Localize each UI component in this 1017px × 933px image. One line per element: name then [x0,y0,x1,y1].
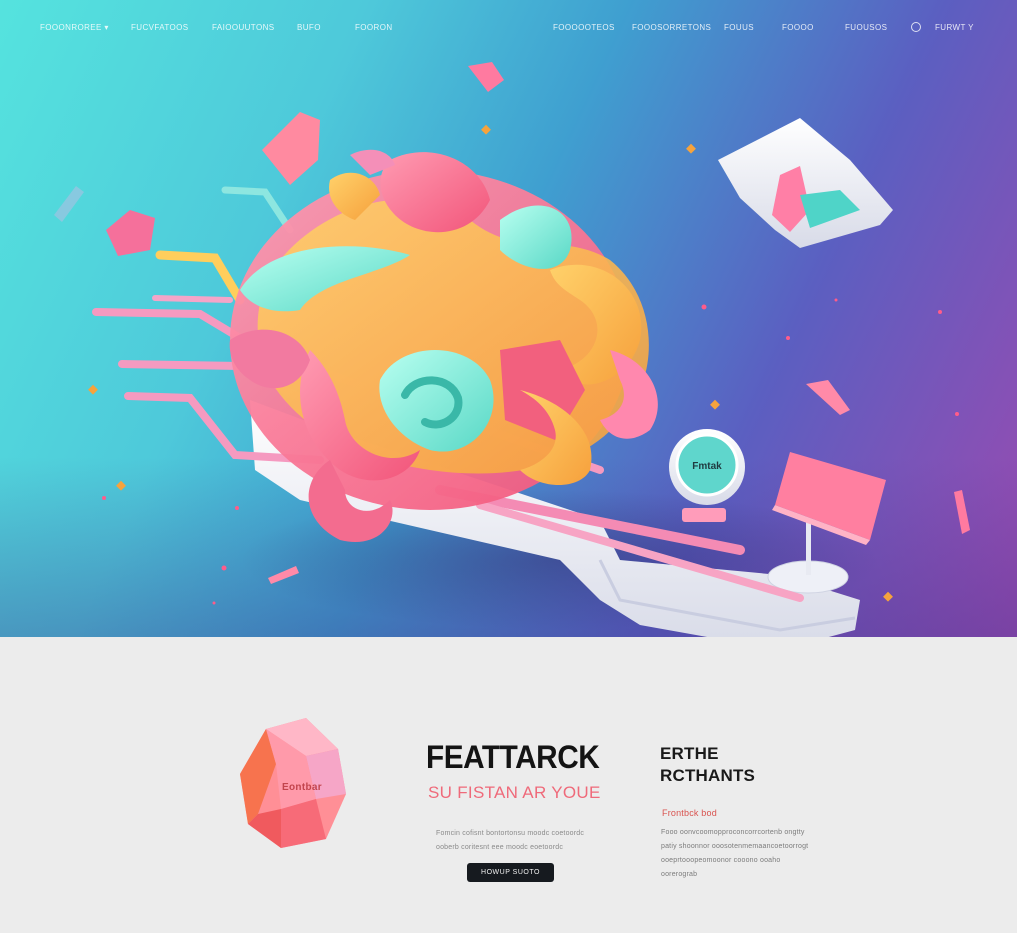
nav-item-10[interactable]: FUOUSOS [845,22,887,34]
nav-item-1[interactable]: FOOONROREE ▾ [40,22,109,34]
crystal-white [718,118,893,248]
hero-banner: FOOONROREE ▾ FUCVFATOOS FAIOOUUTONS BUFO… [0,0,1017,637]
rail-7 [221,186,294,234]
nav-item-5[interactable]: FOORON [355,22,393,34]
shard-blue [54,186,84,222]
side-description: Fooo oonvcoomopproconcorrcortenb ongtty … [661,829,809,878]
top-nav: FOOONROREE ▾ FUCVFATOOS FAIOOUUTONS BUFO… [0,22,1017,36]
cta-button[interactable]: HOWUP SUOTO [467,863,554,882]
nav-item-9[interactable]: FOOOO [782,22,814,34]
chevron-down-icon: ▾ [104,23,109,32]
nav-item-6[interactable]: FOOOOOTEOS [553,22,615,34]
side-tag: Frontbck bod [662,808,717,818]
side-title-line-1: ERTHE [660,744,719,763]
shard-pink-3 [468,62,504,92]
shard-pink-5 [954,490,970,534]
feature-description: Fomcin cofisnt bontortonsu moodc coetoor… [436,830,585,851]
stand-pole [806,520,811,575]
language-selector[interactable]: FURWT Y [935,22,974,34]
dial-label: Fmtak [692,461,722,472]
nav-item-2[interactable]: FUCVFATOOS [131,22,189,34]
nav-item-3[interactable]: FAIOOUUTONS [212,22,274,34]
nav-item-8[interactable]: FOUUS [724,22,754,34]
side-title-line-2: RCTHANTS [660,766,756,785]
dial-base [682,508,726,522]
globe-icon[interactable] [911,22,921,32]
rail-8 [152,295,233,303]
hero-illustration: Fmtak [54,62,970,637]
shard-pink-4 [806,380,850,415]
nav-item-4[interactable]: BUFO [297,22,321,34]
feature-subtitle: SU FISTAN AR YOUE [428,783,601,802]
nav-item-7[interactable]: FOOOSORRETONS [632,22,711,34]
nav-item-1-label: FOOONROREE [40,23,102,32]
shard-pink-1 [262,112,320,185]
rail-6 [155,250,245,305]
shard-pink-2 [106,210,155,256]
side-title: ERTHE RCTHANTS [660,743,755,787]
feature-title: FEATTARCK [426,739,600,775]
gem-label: Eontbar [282,782,322,793]
